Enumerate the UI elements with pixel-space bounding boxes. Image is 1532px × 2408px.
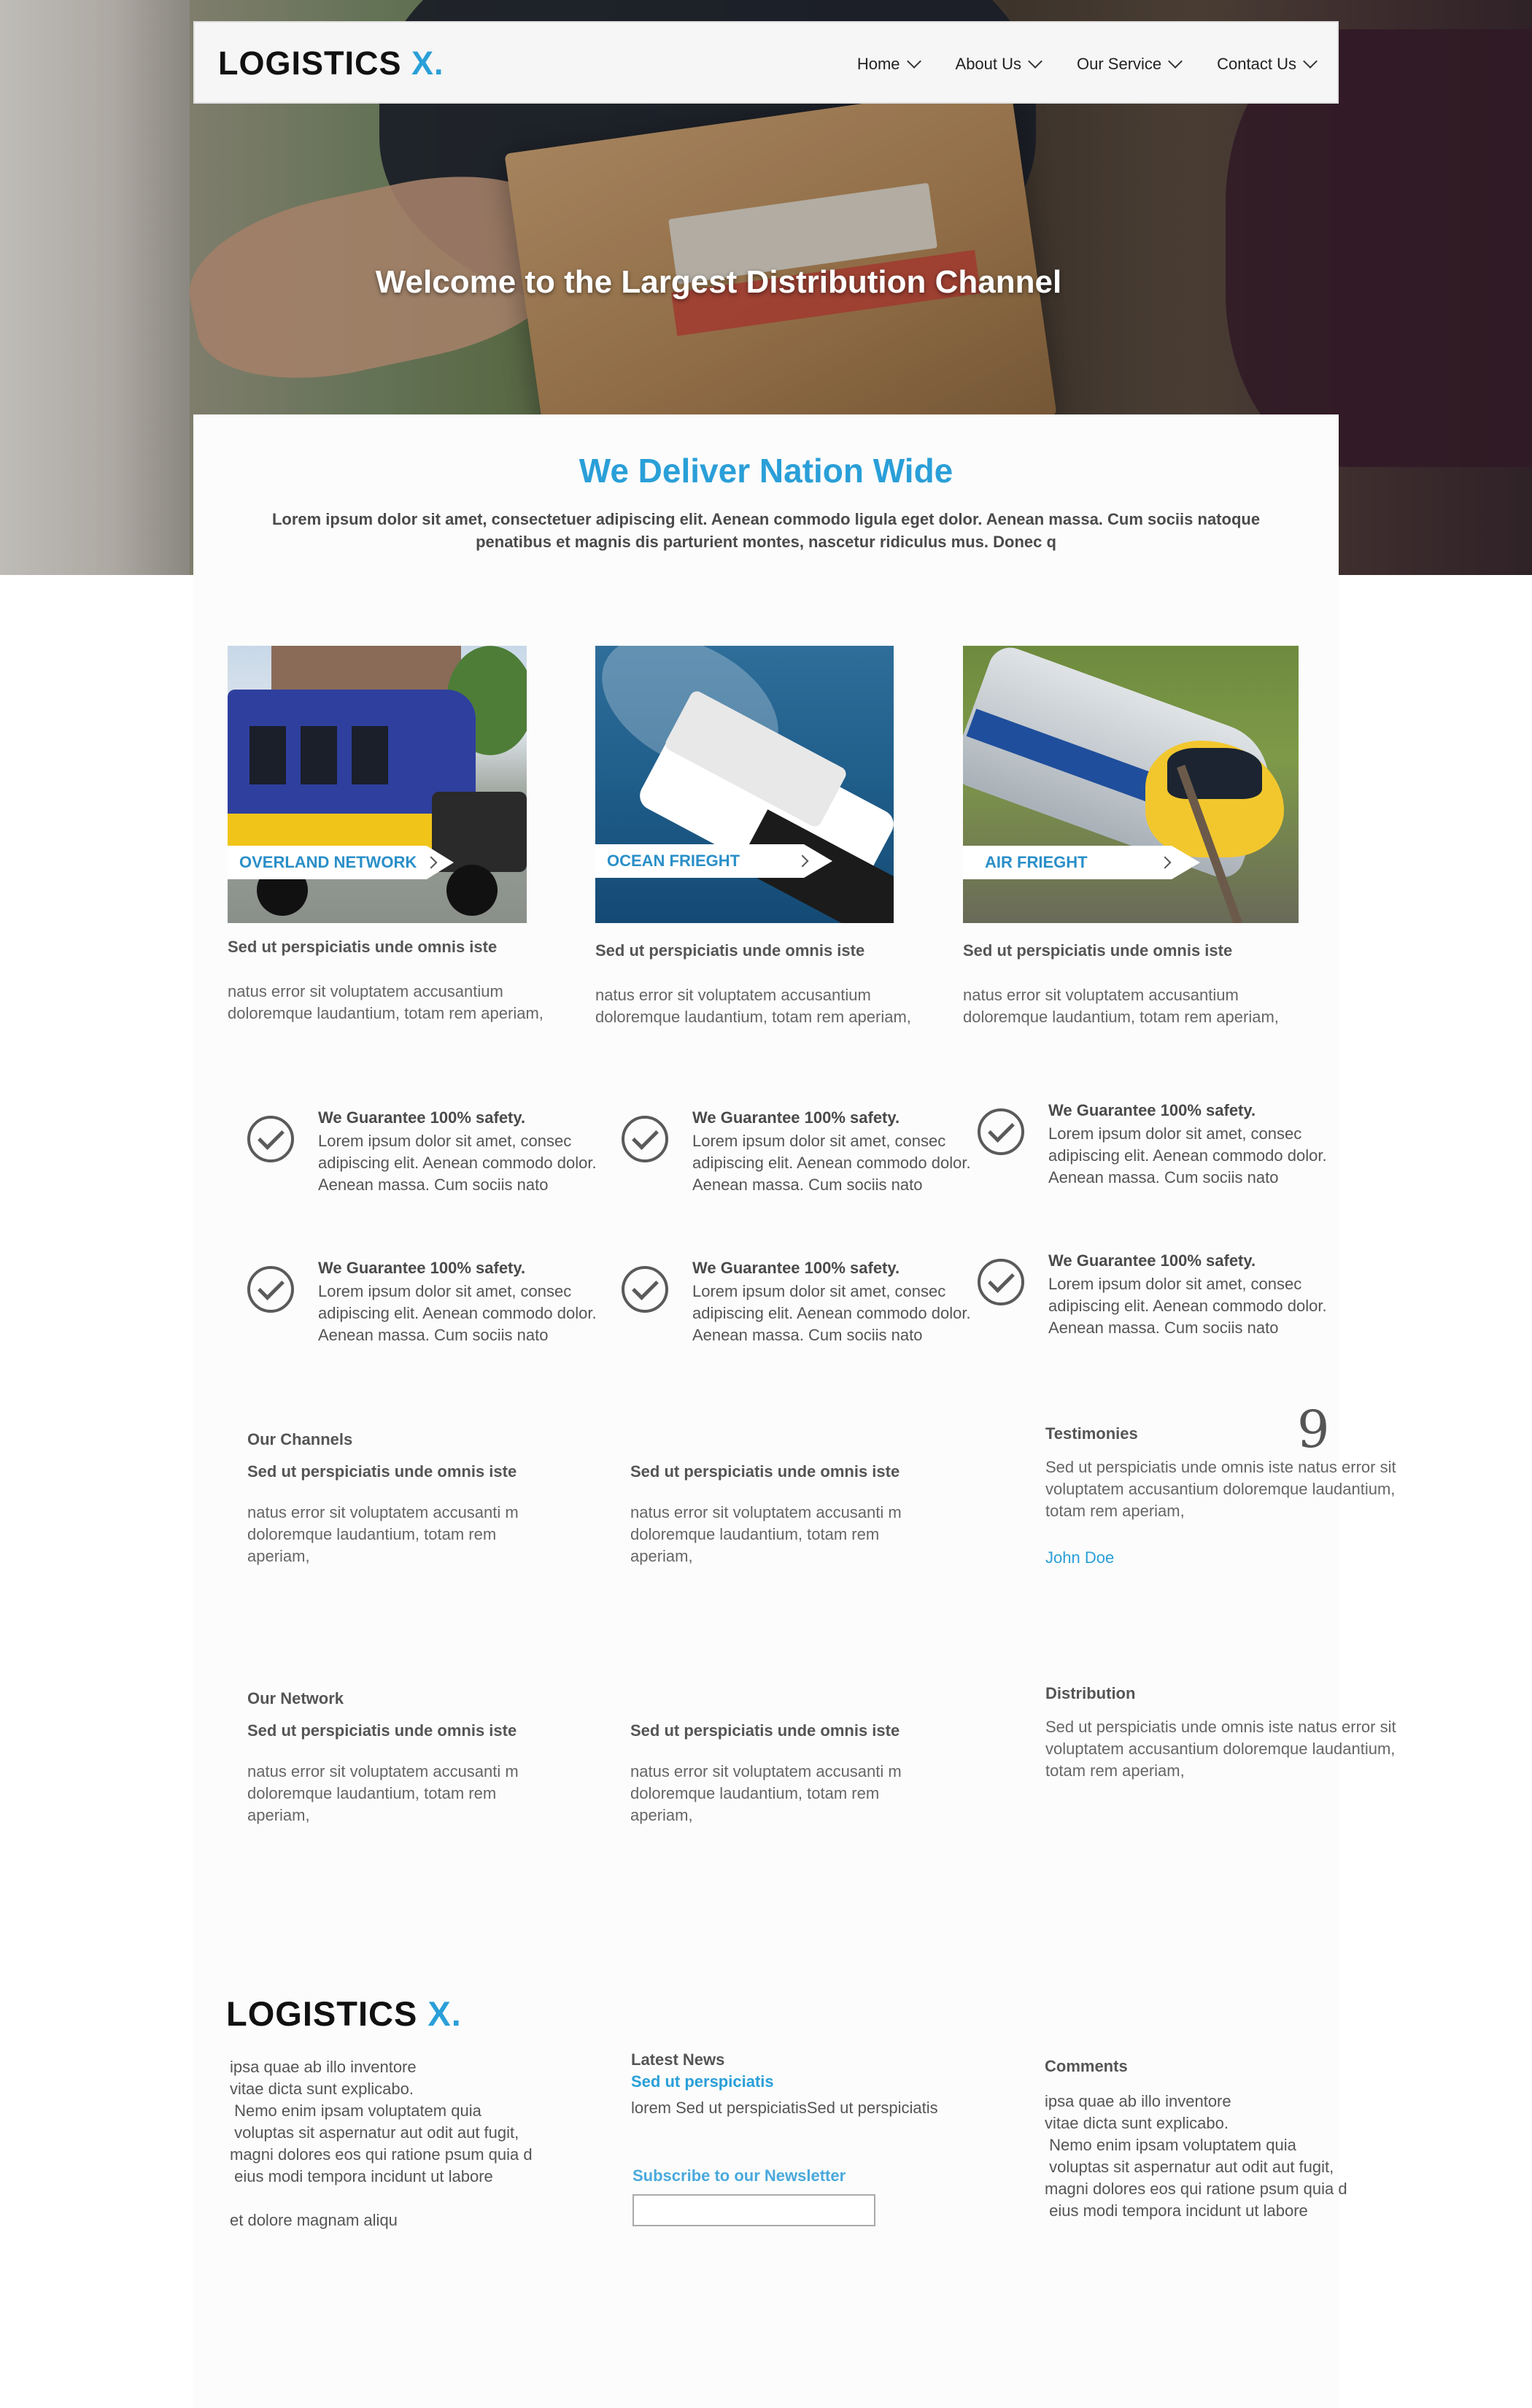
chevron-right-icon <box>425 856 438 869</box>
service-heading: Sed ut perspiciatis unde omnis iste <box>228 938 498 956</box>
guarantee-item: We Guarantee 100% safety. Lorem ipsum do… <box>622 1259 971 1346</box>
chevron-down-icon <box>906 53 921 69</box>
nav-home[interactable]: Home <box>857 53 921 74</box>
guarantee-item: We Guarantee 100% safety. Lorem ipsum do… <box>978 1251 1327 1339</box>
site-logo[interactable]: LOGISTICS X. <box>218 45 444 82</box>
service-tag[interactable]: AIR FRIEGHT <box>963 846 1200 879</box>
bus-image <box>228 646 527 923</box>
ship-image <box>595 646 894 923</box>
top-navbar: LOGISTICS X. Home About Us Our Service C… <box>193 21 1339 104</box>
main-menu: Home About Us Our Service Contact Us <box>821 23 1318 105</box>
service-tag[interactable]: OCEAN FRIEGHT <box>595 844 832 878</box>
chevron-down-icon <box>1303 53 1318 69</box>
section-title: Our Network <box>247 1689 344 1707</box>
news-link[interactable]: Sed ut perspiciatis <box>631 2071 996 2093</box>
testimony-author[interactable]: John Doe <box>1045 1548 1403 1567</box>
footer-comments: Comments ipsa quae ab illo inventore vit… <box>1045 2057 1347 2220</box>
guarantee-item: We Guarantee 100% safety. Lorem ipsum do… <box>247 1259 597 1346</box>
service-text: natus error sit voluptatem accusantium d… <box>595 986 911 1026</box>
network-item: Sed ut perspiciatis unde omnis iste natu… <box>630 1721 902 1824</box>
nav-contact-us[interactable]: Contact Us <box>1217 53 1318 74</box>
testimonies-section: Testimonies Sed ut perspiciatis unde omn… <box>1045 1424 1403 1567</box>
guarantee-item: We Guarantee 100% safety. Lorem ipsum do… <box>247 1108 597 1196</box>
hero-title: Welcome to the Largest Distribution Chan… <box>375 264 1062 300</box>
check-circle-icon <box>622 1116 668 1162</box>
check-circle-icon <box>247 1266 294 1313</box>
service-card-air[interactable]: AIR FRIEGHT Sed ut perspiciatis unde omn… <box>963 646 1328 1040</box>
distribution-section: Distribution Sed ut perspiciatis unde om… <box>1045 1684 1396 1780</box>
check-circle-icon <box>978 1108 1024 1155</box>
chevron-right-icon <box>1158 856 1172 869</box>
guarantee-item: We Guarantee 100% safety. Lorem ipsum do… <box>978 1101 1327 1189</box>
footer-about: ipsa quae ab illo inventore vitae dicta … <box>230 2058 533 2229</box>
channel-item: Sed ut perspiciatis unde omnis iste natu… <box>630 1462 902 1565</box>
chevron-down-icon <box>1028 53 1042 69</box>
chevron-down-icon <box>1168 53 1183 69</box>
nav-about-us[interactable]: About Us <box>956 53 1042 74</box>
section-title: Our Channels <box>247 1430 353 1448</box>
check-circle-icon <box>247 1116 294 1162</box>
newsletter-email-input[interactable] <box>632 2194 875 2226</box>
service-text: natus error sit voluptatem accusantium d… <box>963 986 1279 1026</box>
footer-newsletter: Subscribe to our Newsletter <box>632 2165 924 2187</box>
service-card-ocean[interactable]: OCEAN FRIEGHT Sed ut perspiciatis unde o… <box>595 646 960 1040</box>
chevron-right-icon <box>796 854 809 868</box>
service-heading: Sed ut perspiciatis unde omnis iste <box>963 941 1233 960</box>
channels-section: Our Channels <box>247 1430 904 1449</box>
service-text: natus error sit voluptatem accusantium d… <box>228 982 543 1022</box>
check-circle-icon <box>978 1259 1024 1305</box>
nav-our-service[interactable]: Our Service <box>1077 53 1183 74</box>
check-circle-icon <box>622 1266 668 1313</box>
service-tag[interactable]: OVERLAND NETWORK <box>228 846 454 879</box>
service-heading: Sed ut perspiciatis unde omnis iste <box>595 941 865 960</box>
network-item: Sed ut perspiciatis unde omnis iste natu… <box>247 1721 519 1824</box>
channel-item: Sed ut perspiciatis unde omnis iste natu… <box>247 1462 519 1565</box>
service-card-overland[interactable]: OVERLAND NETWORK Sed ut perspiciatis und… <box>228 646 578 1040</box>
newsletter-label: Subscribe to our Newsletter <box>632 2166 846 2185</box>
intro-title: We Deliver Nation Wide <box>579 452 953 490</box>
network-section: Our Network <box>247 1689 904 1708</box>
intro-text: Lorem ipsum dolor sit amet, consectetuer… <box>271 510 1261 551</box>
train-image <box>963 646 1299 923</box>
footer-logo[interactable]: LOGISTICS X. <box>226 1994 462 2034</box>
guarantee-item: We Guarantee 100% safety. Lorem ipsum do… <box>622 1108 971 1196</box>
footer-latest-news: Latest News Sed ut perspiciatis lorem Se… <box>631 2049 996 2119</box>
